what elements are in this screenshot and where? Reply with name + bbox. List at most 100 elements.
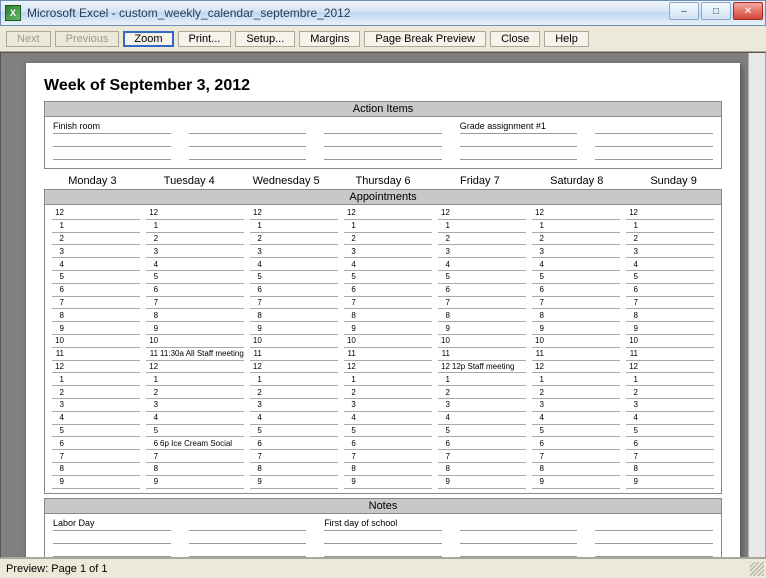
page-break-preview-button[interactable]: Page Break Preview	[364, 31, 486, 47]
zoom-button[interactable]: Zoom	[123, 31, 173, 47]
setup-button[interactable]: Setup...	[235, 31, 295, 47]
appointment-slot: 1	[344, 373, 432, 386]
notes-cell	[189, 518, 307, 531]
hour-label: 9	[438, 324, 450, 333]
hour-label: 4	[250, 260, 262, 269]
hour-label: 1	[250, 375, 262, 384]
appointment-slot: 1	[146, 373, 244, 386]
maximize-button[interactable]: □	[701, 2, 731, 20]
hour-label: 6	[532, 439, 544, 448]
appointment-slot: 11	[344, 348, 432, 361]
hour-label: 7	[146, 452, 158, 461]
notes-cell	[189, 544, 307, 557]
hour-label: 6	[532, 285, 544, 294]
notes-cell	[460, 544, 578, 557]
appointment-slot: 7	[532, 297, 620, 310]
hour-label: 5	[52, 272, 64, 281]
appointment-slot: 3	[344, 399, 432, 412]
appointment-slot: 4	[438, 412, 526, 425]
appointment-slot: 9	[250, 476, 338, 489]
appointment-slot: 4	[626, 412, 714, 425]
appointment-text: 11:30a All Staff meeting	[160, 349, 244, 358]
appointment-slot: 4	[146, 412, 244, 425]
hour-label: 12	[146, 208, 158, 217]
hour-label: 12	[344, 362, 356, 371]
appointment-slot: 4	[532, 258, 620, 271]
hour-label: 7	[438, 452, 450, 461]
appointment-slot: 4	[146, 258, 244, 271]
hour-label: 5	[626, 426, 638, 435]
action-items-box: Action Items Finish roomGrade assignment…	[44, 101, 722, 169]
minimize-button[interactable]: –	[669, 2, 699, 20]
appointment-slot: 1	[250, 220, 338, 233]
hour-label: 12	[250, 208, 262, 217]
hour-label: 2	[52, 234, 64, 243]
appointment-slot: 4	[344, 412, 432, 425]
appointment-slot: 8	[626, 463, 714, 476]
week-title: Week of September 3, 2012	[44, 77, 722, 95]
close-preview-button[interactable]: Close	[490, 31, 540, 47]
margins-button[interactable]: Margins	[299, 31, 360, 47]
notes-cell: Labor Day	[53, 518, 171, 531]
hour-label: 12	[52, 362, 64, 371]
notes-cell	[189, 531, 307, 544]
hour-label: 8	[626, 464, 638, 473]
appointment-slot: 2	[626, 233, 714, 246]
action-cell	[595, 147, 713, 160]
hour-label: 11	[146, 349, 158, 358]
action-cell	[189, 147, 307, 160]
appointment-slot: 2	[52, 386, 140, 399]
notes-box: Notes Labor DayFirst day of school	[44, 498, 722, 558]
hour-label: 3	[146, 400, 158, 409]
print-button[interactable]: Print...	[178, 31, 232, 47]
print-preview-toolbar: Next Previous Zoom Print... Setup... Mar…	[0, 26, 766, 52]
hour-label: 12	[438, 208, 450, 217]
appointment-slot: 2	[532, 233, 620, 246]
resize-grip[interactable]	[750, 562, 764, 576]
hour-label: 2	[250, 234, 262, 243]
hour-label: 9	[146, 324, 158, 333]
help-button[interactable]: Help	[544, 31, 589, 47]
appointment-slot: 4	[626, 258, 714, 271]
appointment-slot: 8	[344, 463, 432, 476]
appointment-slot: 6	[626, 284, 714, 297]
hour-label: 9	[626, 477, 638, 486]
hour-label: 11	[532, 349, 544, 358]
close-window-button[interactable]: ✕	[733, 2, 763, 20]
hour-label: 5	[626, 272, 638, 281]
hour-label: 9	[438, 477, 450, 486]
notes-cell	[324, 544, 442, 557]
appointment-slot: 6	[344, 284, 432, 297]
hour-label: 9	[344, 477, 356, 486]
hour-label: 7	[344, 452, 356, 461]
appointment-slot: 9	[438, 322, 526, 335]
hour-label: 6	[344, 285, 356, 294]
hour-label: 7	[438, 298, 450, 307]
hour-label: 3	[438, 247, 450, 256]
hour-label: 4	[250, 413, 262, 422]
notes-cell	[595, 544, 713, 557]
hour-label: 12	[344, 208, 356, 217]
hour-label: 12	[438, 362, 450, 371]
notes-row	[53, 544, 713, 557]
appointment-slot: 3	[52, 399, 140, 412]
hour-label: 3	[250, 400, 262, 409]
appointment-slot: 12	[532, 207, 620, 220]
appointment-slot: 9	[438, 476, 526, 489]
appointment-slot: 4	[52, 258, 140, 271]
appointment-slot: 9	[532, 322, 620, 335]
appointment-slot: 8	[626, 309, 714, 322]
hour-label: 12	[626, 208, 638, 217]
appointment-slot: 11	[532, 348, 620, 361]
preview-area[interactable]: Week of September 3, 2012 Action Items F…	[0, 52, 766, 558]
hour-label: 8	[532, 464, 544, 473]
appointment-slot: 7	[532, 450, 620, 463]
vertical-scrollbar[interactable]	[748, 53, 765, 557]
hour-label: 9	[344, 324, 356, 333]
hour-label: 5	[532, 426, 544, 435]
appointment-slot: 12	[532, 361, 620, 374]
hour-label: 7	[52, 298, 64, 307]
appointment-slot: 9	[52, 476, 140, 489]
hour-label: 12	[532, 362, 544, 371]
appointment-slot: 3	[532, 245, 620, 258]
